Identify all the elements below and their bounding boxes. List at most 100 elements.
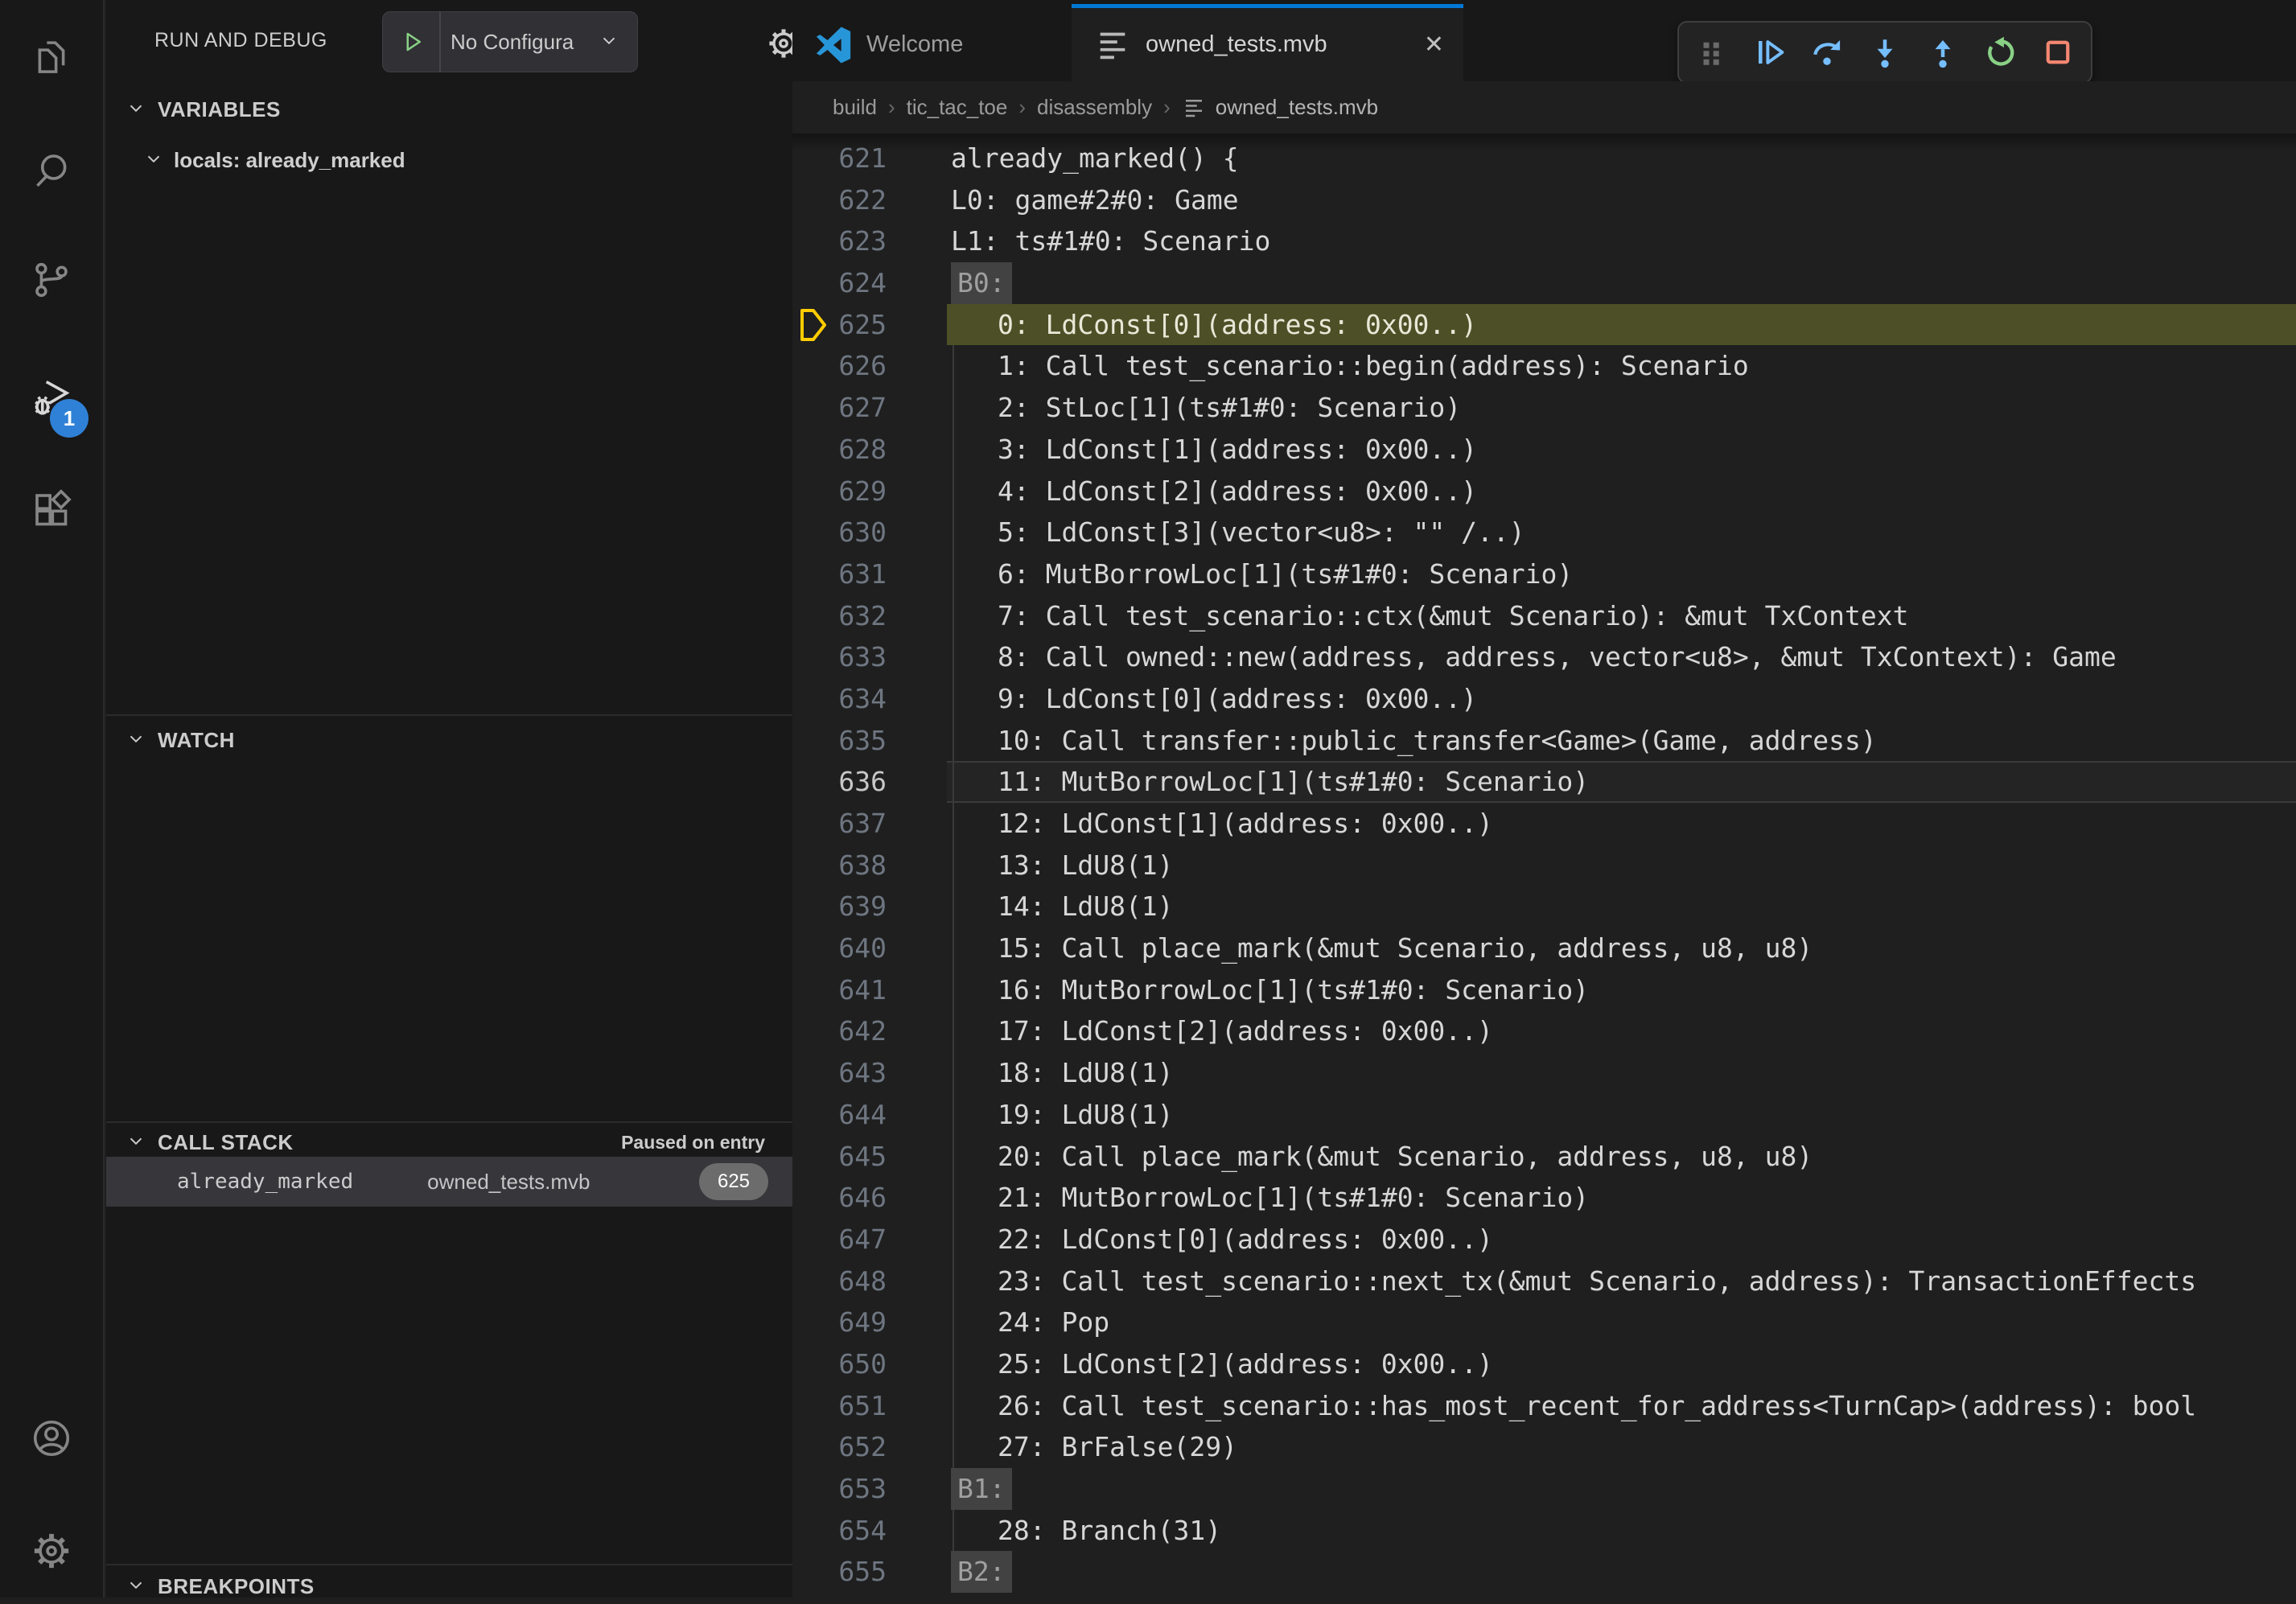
- code-line-628[interactable]: 6283: LdConst[1](address: 0x00..): [792, 429, 2296, 471]
- line-number[interactable]: 647: [792, 1219, 947, 1261]
- code-line-643[interactable]: 64318: LdU8(1): [792, 1052, 2296, 1094]
- code-line-626[interactable]: 6261: Call test_scenario::begin(address)…: [792, 345, 2296, 387]
- restart-icon[interactable]: [1981, 34, 2018, 71]
- section-divider: [106, 1121, 792, 1123]
- line-number[interactable]: 623: [792, 220, 947, 262]
- step-into-icon[interactable]: [1866, 34, 1903, 71]
- line-number[interactable]: 641: [792, 969, 947, 1011]
- code-line-635[interactable]: 63510: Call transfer::public_transfer<Ga…: [792, 720, 2296, 762]
- line-number[interactable]: 646: [792, 1177, 947, 1219]
- line-number[interactable]: 640: [792, 927, 947, 969]
- line-number[interactable]: 645: [792, 1136, 947, 1178]
- code-line-652[interactable]: 65227: BrFalse(29): [792, 1426, 2296, 1468]
- line-number[interactable]: 652: [792, 1426, 947, 1468]
- breadcrumb-item[interactable]: build: [833, 95, 877, 120]
- line-number[interactable]: 644: [792, 1094, 947, 1136]
- code-line-653[interactable]: 653B1:: [792, 1468, 2296, 1510]
- watch-section-header[interactable]: WATCH: [106, 719, 235, 761]
- code-line-650[interactable]: 65025: LdConst[2](address: 0x00..): [792, 1343, 2296, 1385]
- code-line-627[interactable]: 6272: StLoc[1](ts#1#0: Scenario): [792, 387, 2296, 429]
- line-number[interactable]: 636: [792, 761, 947, 803]
- search-icon[interactable]: [30, 149, 73, 192]
- code-line-622[interactable]: 622L0: game#2#0: Game: [792, 179, 2296, 221]
- step-out-icon[interactable]: [1924, 34, 1961, 71]
- line-content: 28: Branch(31): [947, 1510, 2296, 1552]
- stop-icon[interactable]: [2039, 34, 2076, 71]
- code-line-629[interactable]: 6294: LdConst[2](address: 0x00..): [792, 471, 2296, 512]
- code-line-632[interactable]: 6327: Call test_scenario::ctx(&mut Scena…: [792, 595, 2296, 637]
- line-number[interactable]: 627: [792, 387, 947, 429]
- account-icon[interactable]: [30, 1417, 73, 1460]
- line-number[interactable]: 624: [792, 262, 947, 304]
- code-line-645[interactable]: 64520: Call place_mark(&mut Scenario, ad…: [792, 1136, 2296, 1178]
- line-number[interactable]: 630: [792, 512, 947, 553]
- code-line-634[interactable]: 6349: LdConst[0](address: 0x00..): [792, 678, 2296, 720]
- code-line-649[interactable]: 64924: Pop: [792, 1302, 2296, 1343]
- line-number[interactable]: 643: [792, 1052, 947, 1094]
- line-number[interactable]: 626: [792, 345, 947, 387]
- tab-welcome[interactable]: Welcome: [792, 4, 1072, 81]
- line-number[interactable]: 634: [792, 678, 947, 720]
- code-line-647[interactable]: 64722: LdConst[0](address: 0x00..): [792, 1219, 2296, 1261]
- settings-gear-icon[interactable]: [30, 1529, 73, 1573]
- line-number[interactable]: 633: [792, 636, 947, 678]
- code-line-631[interactable]: 6316: MutBorrowLoc[1](ts#1#0: Scenario): [792, 553, 2296, 595]
- code-line-644[interactable]: 64419: LdU8(1): [792, 1094, 2296, 1136]
- line-number[interactable]: 621: [792, 138, 947, 179]
- continue-icon[interactable]: [1751, 34, 1788, 71]
- code-line-624[interactable]: 624B0:: [792, 262, 2296, 304]
- line-number[interactable]: 655: [792, 1551, 947, 1593]
- line-number[interactable]: 649: [792, 1302, 947, 1343]
- line-number[interactable]: 642: [792, 1010, 947, 1052]
- line-number[interactable]: 622: [792, 179, 947, 221]
- code-line-642[interactable]: 64217: LdConst[2](address: 0x00..): [792, 1010, 2296, 1052]
- code-line-655[interactable]: 655B2:: [792, 1551, 2296, 1593]
- files-icon[interactable]: [30, 35, 73, 78]
- close-icon[interactable]: ✕: [1424, 31, 1444, 59]
- line-number[interactable]: 637: [792, 803, 947, 845]
- code-line-636[interactable]: 63611: MutBorrowLoc[1](ts#1#0: Scenario): [792, 761, 2296, 803]
- start-debug-icon[interactable]: [401, 28, 425, 56]
- breadcrumb-file[interactable]: owned_tests.mvb: [1216, 95, 1378, 120]
- extensions-icon[interactable]: [30, 488, 73, 532]
- line-number[interactable]: 639: [792, 886, 947, 927]
- code-line-651[interactable]: 65126: Call test_scenario::has_most_rece…: [792, 1385, 2296, 1427]
- source-control-icon[interactable]: [30, 258, 73, 302]
- variables-section-header[interactable]: VARIABLES: [106, 88, 281, 130]
- line-number[interactable]: 629: [792, 471, 947, 512]
- breadcrumb-item[interactable]: disassembly: [1037, 95, 1152, 120]
- drag-grip-icon[interactable]: [1693, 34, 1730, 71]
- code-line-648[interactable]: 64823: Call test_scenario::next_tx(&mut …: [792, 1261, 2296, 1302]
- line-number[interactable]: 631: [792, 553, 947, 595]
- line-number[interactable]: 654: [792, 1510, 947, 1552]
- code-line-639[interactable]: 63914: LdU8(1): [792, 886, 2296, 927]
- locals-scope-row[interactable]: locals: already_marked: [106, 138, 792, 182]
- breadcrumb-item[interactable]: tic_tac_toe: [907, 95, 1008, 120]
- line-number[interactable]: 653: [792, 1468, 947, 1510]
- code-line-654[interactable]: 65428: Branch(31): [792, 1510, 2296, 1552]
- call-stack-section-header[interactable]: CALL STACK: [106, 1125, 294, 1160]
- tab-owned-tests[interactable]: owned_tests.mvb ✕: [1072, 4, 1463, 81]
- line-number[interactable]: 651: [792, 1385, 947, 1427]
- line-number[interactable]: 650: [792, 1343, 947, 1385]
- line-number[interactable]: 632: [792, 595, 947, 637]
- launch-configuration-dropdown[interactable]: No Configura: [382, 11, 638, 72]
- code-line-646[interactable]: 64621: MutBorrowLoc[1](ts#1#0: Scenario): [792, 1177, 2296, 1219]
- code-line-637[interactable]: 63712: LdConst[1](address: 0x00..): [792, 803, 2296, 845]
- line-number[interactable]: 638: [792, 845, 947, 886]
- code-line-623[interactable]: 623L1: ts#1#0: Scenario: [792, 220, 2296, 262]
- step-over-icon[interactable]: [1808, 34, 1845, 71]
- code-line-641[interactable]: 64116: MutBorrowLoc[1](ts#1#0: Scenario): [792, 969, 2296, 1011]
- code-line-625[interactable]: 6250: LdConst[0](address: 0x00..): [792, 304, 2296, 346]
- code-line-621[interactable]: 621already_marked() {: [792, 138, 2296, 179]
- code-line-638[interactable]: 63813: LdU8(1): [792, 845, 2296, 886]
- line-number[interactable]: 625: [792, 304, 947, 346]
- code-line-640[interactable]: 64015: Call place_mark(&mut Scenario, ad…: [792, 927, 2296, 969]
- line-number[interactable]: 635: [792, 720, 947, 762]
- line-number[interactable]: 628: [792, 429, 947, 471]
- stack-frame-row[interactable]: already_marked owned_tests.mvb 625: [106, 1157, 792, 1207]
- line-number[interactable]: 648: [792, 1261, 947, 1302]
- breakpoints-section-header[interactable]: BREAKPOINTS: [106, 1569, 315, 1604]
- code-line-630[interactable]: 6305: LdConst[3](vector<u8>: "" /..): [792, 512, 2296, 553]
- code-line-633[interactable]: 6338: Call owned::new(address, address, …: [792, 636, 2296, 678]
